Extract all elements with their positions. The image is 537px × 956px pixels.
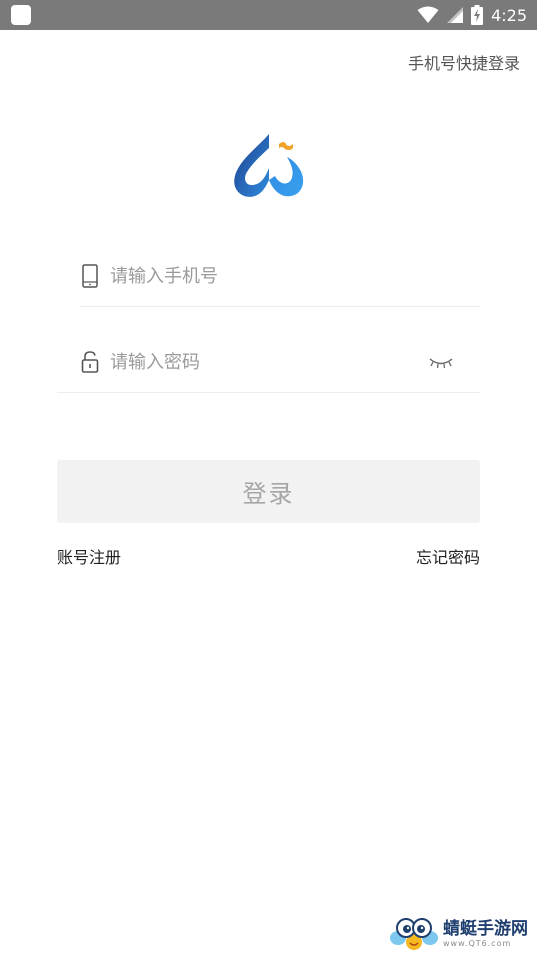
watermark: 蜻蜓手游网 www.QT6.com — [389, 916, 528, 952]
password-field-row — [57, 332, 480, 393]
status-time: 4:25 — [491, 5, 527, 25]
quick-login-link[interactable]: 手机号快捷登录 — [408, 50, 520, 74]
login-button[interactable]: 登录 — [57, 460, 480, 523]
password-input[interactable] — [110, 346, 410, 378]
signal-icon — [447, 7, 464, 23]
brand-logo-icon — [234, 134, 304, 197]
battery-charging-icon — [471, 5, 484, 25]
lock-icon — [81, 351, 99, 373]
phone-icon — [82, 264, 98, 288]
phone-field-row — [80, 246, 480, 307]
watermark-text: 蜻蜓手游网 www.QT6.com — [443, 918, 528, 948]
register-link[interactable]: 账号注册 — [57, 544, 121, 568]
watermark-name: 蜻蜓手游网 — [443, 918, 528, 939]
dragonfly-mascot-icon — [390, 918, 438, 950]
watermark-url: www.QT6.com — [443, 938, 512, 948]
status-bar: 4:25 — [0, 0, 537, 30]
phone-input[interactable] — [110, 260, 470, 292]
status-right: 4:25 — [417, 0, 527, 30]
app-notification-icon — [11, 5, 31, 25]
eye-closed-icon[interactable] — [427, 352, 455, 372]
wifi-icon — [417, 6, 439, 23]
forgot-password-link[interactable]: 忘记密码 — [416, 544, 480, 568]
